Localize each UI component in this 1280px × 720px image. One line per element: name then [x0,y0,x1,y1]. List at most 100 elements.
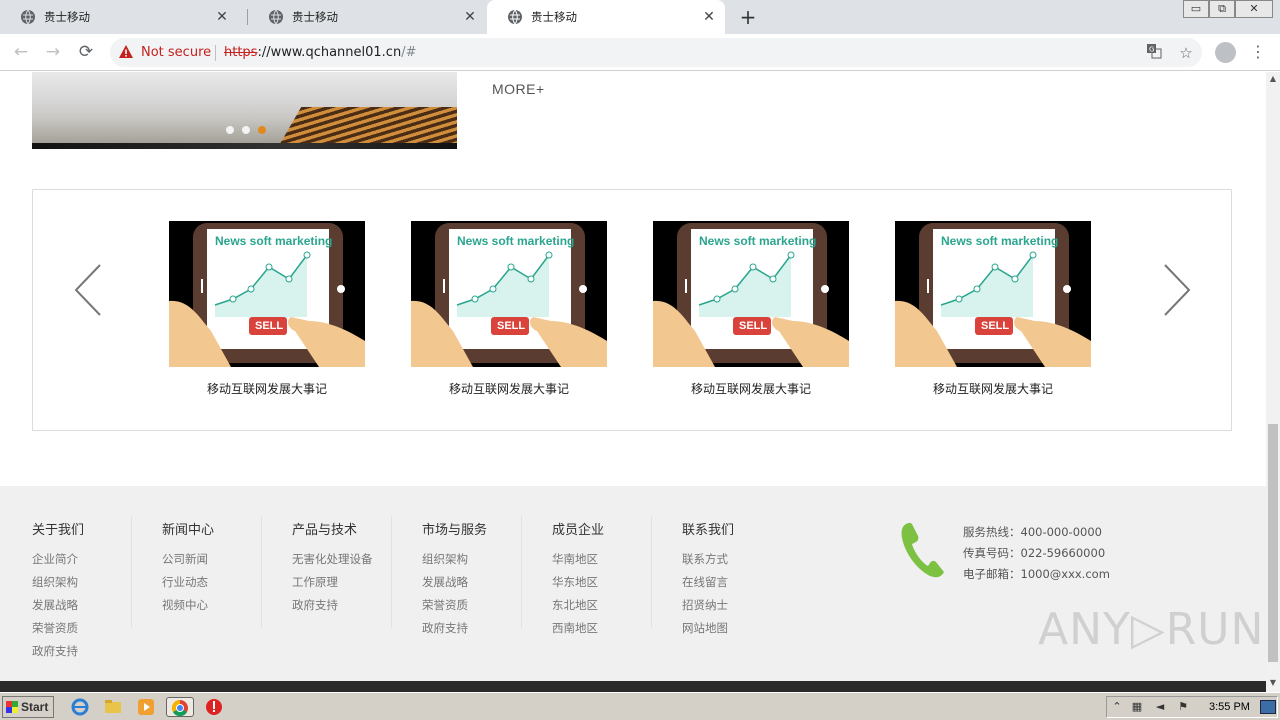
browser-tab-1[interactable]: 贵士移动 ✕ [0,0,238,34]
footer-link[interactable]: 荣誉资质 [422,594,552,617]
slider-dot-2[interactable] [242,126,250,134]
banner-edge [32,143,457,149]
footer-col-about: 关于我们 企业简介 组织架构 发展战略 荣誉资质 政府支持 [32,519,162,663]
card-caption[interactable]: 移动互联网发展大事记 [653,380,849,397]
footer-link[interactable]: 东北地区 [552,594,682,617]
footer-link[interactable]: 政府支持 [422,617,552,640]
minimize-button[interactable]: ▭ [1183,0,1209,18]
footer-link[interactable]: 荣誉资质 [32,617,162,640]
card-sell-button: SELL [497,320,526,332]
footer-heading[interactable]: 成员企业 [552,519,682,538]
scrollbar-thumb[interactable] [1268,424,1278,662]
footer-link[interactable]: 工作原理 [292,571,422,594]
chrome-taskbar-button[interactable] [166,697,194,717]
footer-link[interactable]: 组织架构 [32,571,162,594]
footer-link[interactable]: 华南地区 [552,548,682,571]
footer-link[interactable]: 发展战略 [32,594,162,617]
close-tab-icon[interactable]: ✕ [701,9,717,25]
browser-menu-icon[interactable]: ⋮ [1250,41,1266,63]
url-scheme: https [224,45,258,60]
taskbar-clock[interactable]: 3:55 PM [1209,701,1250,713]
tab-strip: 贵士移动 ✕ 贵士移动 ✕ 贵士移动 ✕ + ▭ ⧉ ✕ [0,0,1280,34]
show-desktop-icon[interactable] [1260,700,1276,714]
fax-number: 传真号码：022-59660000 [963,546,1106,560]
card-thumbnail[interactable]: News soft marketing SELL [169,221,365,367]
footer-divider [521,516,522,628]
card-sell-button: SELL [255,320,284,332]
network-icon[interactable]: ▦ [1130,700,1144,714]
footer-heading[interactable]: 联系我们 [682,519,812,538]
carousel-prev-arrow-icon[interactable] [68,260,108,320]
footer-link[interactable]: 发展战略 [422,571,552,594]
footer-link[interactable]: 公司新闻 [162,548,292,571]
card-thumbnail[interactable]: News soft marketing SELL [411,221,607,367]
footer-link[interactable]: 招贤纳士 [682,594,812,617]
carousel-card[interactable]: News soft marketing SELL 移动互联网发展大事记 [895,221,1091,397]
scroll-down-arrow-icon[interactable]: ▼ [1266,676,1280,690]
browser-tab-2[interactable]: 贵士移动 ✕ [248,0,486,34]
bookmark-star-icon[interactable]: ☆ [1176,43,1196,63]
ie-icon[interactable] [70,697,90,717]
footer-heading[interactable]: 产品与技术 [292,519,422,538]
explorer-folder-icon[interactable] [103,697,123,717]
footer-link[interactable]: 华东地区 [552,571,682,594]
carousel-next-arrow-icon[interactable] [1157,260,1197,320]
footer-link[interactable]: 视频中心 [162,594,292,617]
footer-heading[interactable]: 新闻中心 [162,519,292,538]
footer-link[interactable]: 企业简介 [32,548,162,571]
footer-link[interactable]: 网站地图 [682,617,812,640]
not-secure-label[interactable]: Not secure [141,45,211,60]
carousel-card[interactable]: News soft marketing SELL 移动互联网发展大事记 [653,221,849,397]
footer-link[interactable]: 联系方式 [682,548,812,571]
footer-link[interactable]: 无害化处理设备 [292,548,422,571]
footer-col-contact: 联系我们 联系方式 在线留言 招贤纳士 网站地图 [682,519,812,640]
footer-link[interactable]: 在线留言 [682,571,812,594]
card-caption[interactable]: 移动互联网发展大事记 [895,380,1091,397]
window-close-button[interactable]: ✕ [1235,0,1273,18]
close-tab-icon[interactable]: ✕ [462,9,478,25]
slider-dot-1[interactable] [226,126,234,134]
site-footer: 关于我们 企业简介 组织架构 发展战略 荣誉资质 政府支持 新闻中心 公司新闻 … [0,486,1266,682]
footer-col-products: 产品与技术 无害化处理设备 工作原理 政府支持 [292,519,422,617]
media-player-icon[interactable] [136,697,156,717]
url-text[interactable]: https://www.qchannel01.cn/# [224,45,416,60]
news-carousel: News soft marketing SELL 移动互联网发展大事记 News… [32,189,1232,431]
footer-link[interactable]: 行业动态 [162,571,292,594]
footer-heading[interactable]: 市场与服务 [422,519,552,538]
card-sell-button: SELL [739,320,768,332]
restore-button[interactable]: ⧉ [1209,0,1235,18]
footer-link[interactable]: 政府支持 [292,594,422,617]
footer-link[interactable]: 西南地区 [552,617,682,640]
new-tab-button[interactable]: + [737,6,759,28]
browser-tab-3-active[interactable]: 贵士移动 ✕ [487,0,725,34]
page-viewport: MORE+ News soft marketing SELL 移动互联网发展大事… [0,72,1266,682]
globe-icon [21,9,35,25]
tray-expand-icon[interactable]: ⌃ [1110,700,1124,714]
footer-heading[interactable]: 关于我们 [32,519,162,538]
reload-button[interactable]: ⟳ [75,41,97,63]
volume-icon[interactable]: ◄ [1153,700,1167,714]
close-tab-icon[interactable]: ✕ [214,9,230,25]
card-caption[interactable]: 移动互联网发展大事记 [411,380,607,397]
card-caption[interactable]: 移动互联网发展大事记 [169,380,365,397]
svg-text:G: G [1149,46,1154,54]
profile-avatar-icon[interactable] [1215,42,1236,63]
action-center-flag-icon[interactable]: ⚑ [1176,700,1190,714]
stop-sign-icon[interactable] [204,697,224,717]
slider-dot-3-active[interactable] [258,126,266,134]
more-link[interactable]: MORE+ [492,81,545,97]
back-button[interactable]: ← [10,41,32,63]
carousel-card[interactable]: News soft marketing SELL 移动互联网发展大事记 [411,221,607,397]
card-thumbnail[interactable]: News soft marketing SELL [653,221,849,367]
start-button[interactable]: Start [2,696,54,718]
carousel-card[interactable]: News soft marketing SELL 移动互联网发展大事记 [169,221,365,397]
translate-icon[interactable]: G [1144,43,1164,63]
card-thumbnail[interactable]: News soft marketing SELL [895,221,1091,367]
tab-title: 贵士移动 [292,10,338,24]
footer-link[interactable]: 组织架构 [422,548,552,571]
scroll-up-arrow-icon[interactable]: ▲ [1266,72,1280,86]
page-scrollbar[interactable]: ▲ ▼ [1266,72,1280,692]
address-bar[interactable]: Not secure https://www.qchannel01.cn/# G… [110,38,1202,67]
footer-link[interactable]: 政府支持 [32,640,162,663]
forward-button[interactable]: → [42,41,64,63]
